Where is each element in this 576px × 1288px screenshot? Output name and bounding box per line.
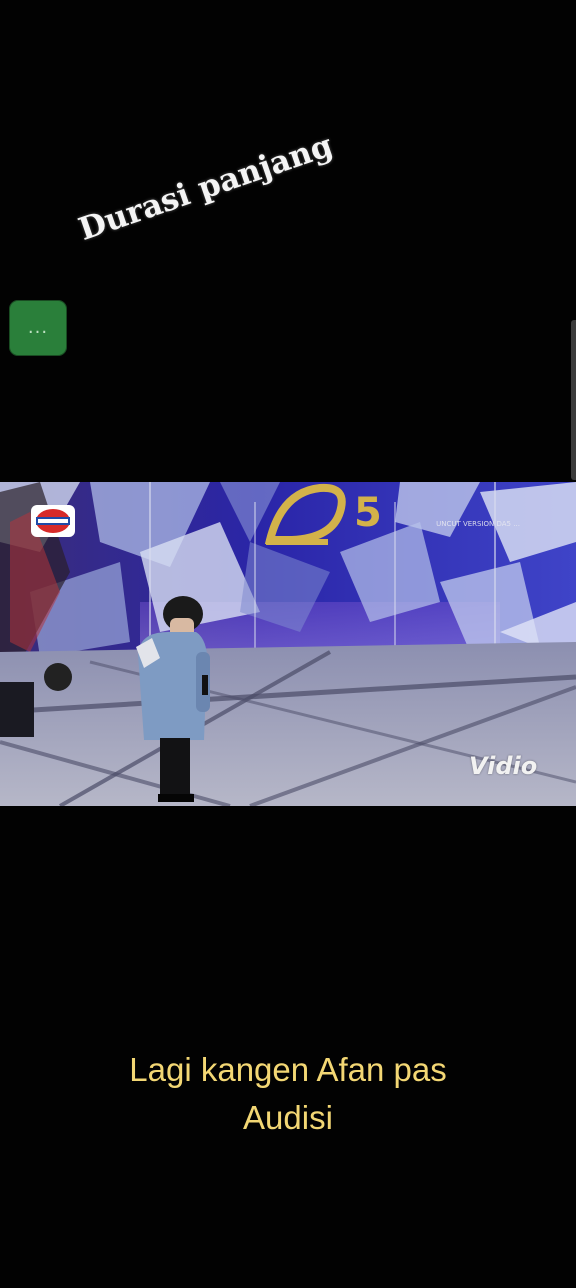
video-player[interactable]: 5 UNCUT VERSION DA5 ... Vidio	[0, 482, 576, 806]
indosiar-logo-icon	[31, 505, 75, 537]
more-options-button[interactable]: ...	[9, 300, 67, 356]
bottom-caption-line1: Lagi kangen Afan pas	[129, 1051, 447, 1088]
top-caption: Durasi panjang	[74, 127, 338, 248]
vidio-watermark: Vidio	[469, 752, 538, 780]
uncut-version-label: UNCUT VERSION DA5 ...	[436, 520, 520, 528]
svg-text:5: 5	[354, 490, 382, 536]
screen: Durasi panjang ... 5 UNCUT VERSION DA5 .…	[0, 0, 576, 1288]
da5-logo-icon: 5	[264, 483, 382, 545]
more-dots-icon: ...	[27, 317, 49, 338]
bottom-caption-line2: Audisi	[243, 1099, 333, 1136]
bottom-caption: Lagi kangen Afan pas Audisi	[0, 1046, 576, 1142]
edge-panel-handle[interactable]	[571, 320, 576, 480]
